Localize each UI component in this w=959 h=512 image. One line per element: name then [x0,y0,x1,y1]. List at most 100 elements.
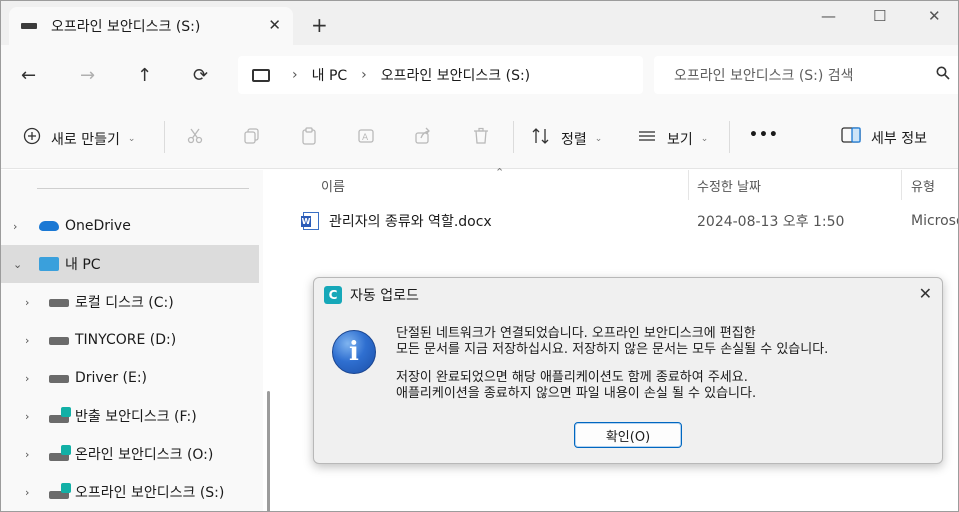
sidebar-item-label: 반출 보안디스크 (F:) [75,409,197,425]
delete-button[interactable] [472,127,500,150]
monitor-icon [39,257,59,271]
sidebar-scrollbar[interactable] [267,391,270,511]
word-document-icon [301,212,319,230]
view-button[interactable]: 보기 ⌄ [637,127,708,150]
maximize-button[interactable]: ☐ [873,7,886,25]
sidebar-item-label: Driver (E:) [75,370,148,386]
rename-button[interactable]: A [357,127,385,150]
minimize-button[interactable]: — [821,7,836,25]
breadcrumb-offline-disk[interactable]: 오프라인 보안디스크 (S:) [381,65,530,85]
copy-icon [243,127,261,150]
breadcrumb-separator: › [361,67,367,83]
dialog-close-button[interactable]: ✕ [919,284,932,303]
sidebar-item-label: 내 PC [65,257,101,273]
column-header-label: 이름 [321,179,345,195]
auto-upload-dialog: C 자동 업로드 ✕ i 단절된 네트워크가 연결되었습니다. 오프라인 보안디… [313,277,943,464]
chevron-right-icon[interactable]: › [25,448,29,461]
plus-circle-icon [23,127,41,150]
chevron-right-icon[interactable]: › [25,334,29,347]
close-window-button[interactable]: ✕ [928,7,941,25]
more-options-button[interactable]: ••• [749,127,779,143]
info-glyph: i [349,337,359,367]
tab-title: 오프라인 보안디스크 (S:) [51,19,201,35]
sidebar-item-label: 온라인 보안디스크 (O:) [75,447,214,463]
divider [37,188,249,189]
details-pane-button[interactable]: 세부 정보 [841,127,927,148]
hard-drive-icon [49,337,69,345]
chevron-right-icon[interactable]: › [25,486,29,499]
refresh-button[interactable]: ⟳ [193,65,208,86]
rename-icon: A [357,127,375,150]
secure-drive-icon [49,407,71,423]
sort-arrows-icon [531,127,551,150]
scissors-icon [186,127,204,150]
column-header-label: 수정한 날짜 [697,179,761,195]
sidebar-item-onedrive[interactable]: › OneDrive [1,207,259,245]
column-divider[interactable] [901,170,902,200]
ok-button[interactable]: 확인(O) [574,422,682,448]
new-button[interactable]: 새로 만들기 ⌄ [23,127,135,150]
cloud-icon [39,221,59,231]
sort-label: 정렬 [561,131,587,148]
dialog-message-line: 단절된 네트워크가 연결되었습니다. 오프라인 보안디스크에 편집한 [396,326,756,341]
chevron-right-icon[interactable]: › [25,372,29,385]
cut-button[interactable] [186,127,214,150]
sidebar-item-my-pc[interactable]: ⌄ 내 PC [1,245,259,283]
sidebar-item-online-secure-disk-o[interactable]: › 온라인 보안디스크 (O:) [1,435,259,473]
breadcrumb-my-pc[interactable]: 내 PC [312,65,348,85]
address-bar[interactable]: › 내 PC › 오프라인 보안디스크 (S:) [238,56,643,94]
more-icon: ••• [749,127,779,143]
up-button[interactable]: ↑ [137,65,152,86]
sidebar-item-label: 오프라인 보안디스크 (S:) [75,485,225,501]
sidebar-item-tinycore-d[interactable]: › TINYCORE (D:) [1,321,259,359]
dialog-body: i 단절된 네트워크가 연결되었습니다. 오프라인 보안디스크에 편집한 모든 … [314,312,942,463]
details-label: 세부 정보 [871,130,927,147]
chevron-down-icon[interactable]: ⌄ [13,258,22,271]
divider [729,121,730,153]
navigation-pane: › OneDrive ⌄ 내 PC › 로컬 디스크 (C:) › TINYCO… [1,170,263,511]
chevron-right-icon[interactable]: › [25,296,29,309]
file-name: 관리자의 종류와 역할.docx [329,214,492,230]
share-button[interactable] [414,127,442,150]
back-button[interactable]: ← [21,65,36,86]
file-type: Microso [911,213,958,229]
tab-close-icon[interactable]: ✕ [268,16,281,34]
secure-drive-icon [49,483,71,499]
divider [513,121,514,153]
navigation-bar: ← → ↑ ⟳ › 내 PC › 오프라인 보안디스크 (S:) 오프라인 보안… [1,45,958,105]
command-toolbar: 새로 만들기 ⌄ A 정렬 ⌄ 보기 ⌄ ••• 세부 정보 [1,105,958,169]
chevron-down-icon: ⌄ [700,133,709,144]
copy-button[interactable] [243,127,271,150]
dialog-title: 자동 업로드 [350,288,419,304]
new-tab-button[interactable]: + [311,13,328,37]
search-box[interactable]: 오프라인 보안디스크 (S:) 검색 [654,56,958,94]
dialog-message-line: 저장이 완료되었으면 해당 애플리케이션도 함께 종료하여 주세요. [396,370,748,385]
chevron-down-icon: ⌄ [127,133,136,144]
sidebar-item-driver-e[interactable]: › Driver (E:) [1,359,259,397]
chevron-down-icon: ⌄ [594,133,603,144]
chevron-right-icon[interactable]: › [13,220,17,233]
column-header-type[interactable]: 유형 [911,170,935,200]
column-divider[interactable] [688,170,689,200]
info-icon: i [332,330,376,374]
chevron-right-icon[interactable]: › [25,410,29,423]
sidebar-item-export-secure-disk-f[interactable]: › 반출 보안디스크 (F:) [1,397,259,435]
paste-button[interactable] [300,127,328,150]
column-header-label: 유형 [911,179,935,195]
sidebar-item-label: TINYCORE (D:) [75,332,177,348]
sidebar-item-offline-secure-disk-s[interactable]: › 오프라인 보안디스크 (S:) [1,473,259,511]
dialog-message-line: 애플리케이션을 종료하지 않으면 파일 내용이 손실 될 수 있습니다. [396,386,757,401]
search-input[interactable]: 오프라인 보안디스크 (S:) 검색 [674,65,854,85]
sort-button[interactable]: 정렬 ⌄ [531,127,602,150]
computer-icon [252,68,270,82]
file-row[interactable]: 관리자의 종류와 역할.docx 2024-08-13 오후 1:50 Micr… [301,208,958,234]
trash-icon [472,127,490,150]
dialog-message-line: 모든 문서를 지금 저장하십시요. 저장하지 않은 문서는 모두 손실될 수 있… [396,342,829,357]
column-header-name[interactable]: 이름 [321,170,345,200]
view-label: 보기 [667,131,693,148]
forward-button[interactable]: → [80,65,95,86]
column-header-date[interactable]: 수정한 날짜 [697,170,761,200]
tab-offline-secure-disk[interactable]: 오프라인 보안디스크 (S:) ✕ [9,7,293,45]
file-date: 2024-08-13 오후 1:50 [697,214,845,230]
sidebar-item-local-disk-c[interactable]: › 로컬 디스크 (C:) [1,283,259,321]
